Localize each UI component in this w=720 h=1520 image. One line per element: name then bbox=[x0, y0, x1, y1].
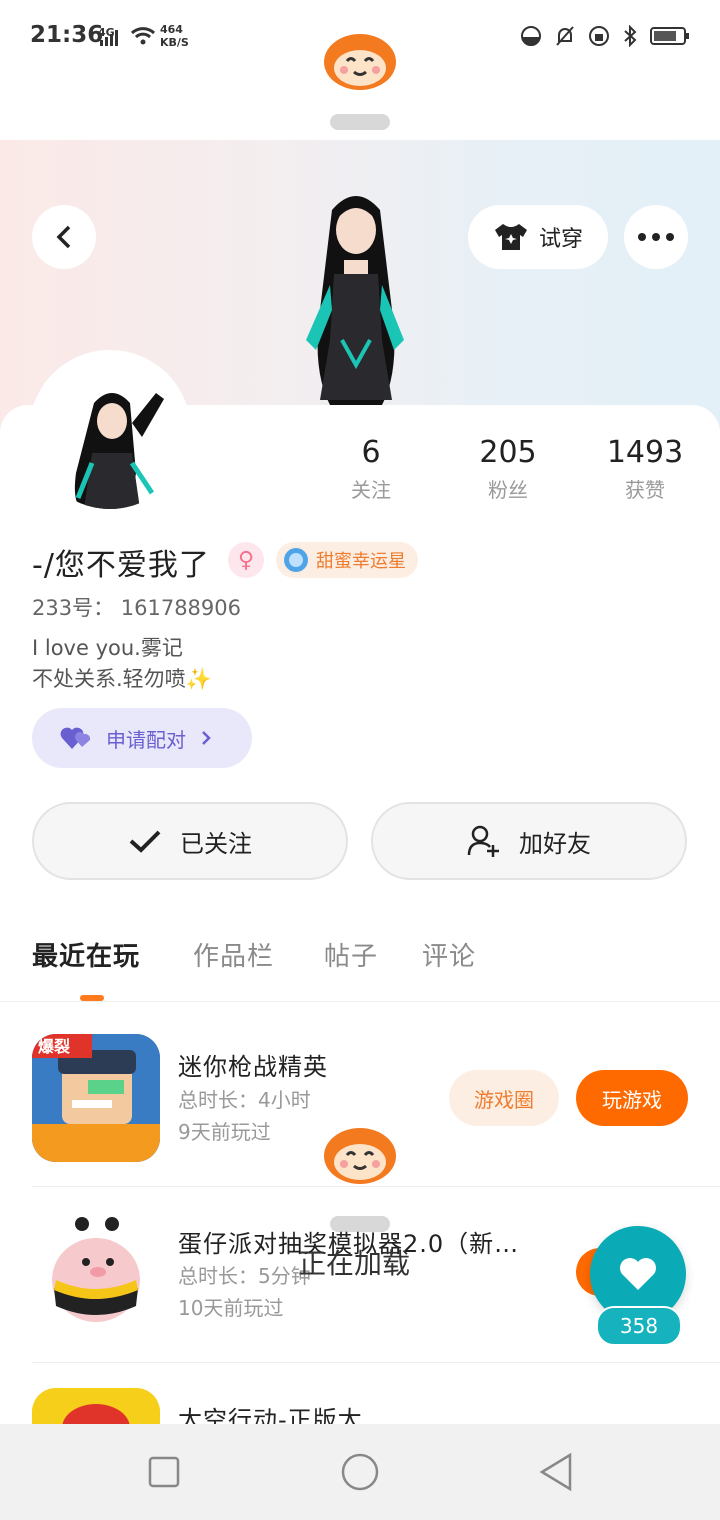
add-friend-button[interactable]: 加好友 bbox=[371, 802, 687, 880]
game-title[interactable]: 太空行动-正版太… bbox=[178, 1400, 498, 1424]
game-meta: 总时长：4小时 9天前玩过 bbox=[178, 1084, 311, 1148]
bio-line-2: 不处关系.轻勿喷✨ bbox=[32, 667, 212, 691]
bio-line-1: I love you.雾记 bbox=[32, 636, 183, 660]
back-nav-icon[interactable] bbox=[538, 1452, 574, 1492]
status-time: 21:36 bbox=[30, 22, 104, 48]
bluetooth-icon bbox=[624, 25, 637, 47]
game-meta: 总时长：5分钟 10天前玩过 bbox=[178, 1260, 311, 1324]
play-game-button[interactable]: 玩游戏 bbox=[576, 1070, 688, 1126]
stat-following-label: 关注 bbox=[351, 478, 391, 502]
stat-fans-label: 粉丝 bbox=[488, 478, 528, 502]
network-speed: 464 KB/S bbox=[160, 23, 189, 49]
game-title[interactable]: 迷你枪战精英 bbox=[178, 1047, 328, 1082]
tryon-label: 试穿 bbox=[538, 227, 583, 252]
loading-text: 正在加载 bbox=[298, 1247, 411, 1280]
mascot-loading-icon bbox=[324, 34, 396, 90]
game-art-image bbox=[32, 1388, 160, 1424]
game-last-played: 9天前玩过 bbox=[178, 1120, 271, 1144]
game-icon-mini-gun[interactable]: 爆裂 bbox=[32, 1034, 160, 1162]
game-circle-button[interactable]: 游戏圈 bbox=[449, 1070, 559, 1126]
double-heart-icon bbox=[60, 727, 91, 749]
stat-fans[interactable]: 205 粉丝 bbox=[448, 435, 568, 503]
tab-divider bbox=[0, 1001, 720, 1002]
game-duration: 总时长：4小时 bbox=[178, 1088, 311, 1112]
status-icons bbox=[520, 22, 690, 50]
stat-likes[interactable]: 1493 获赞 bbox=[585, 435, 705, 503]
stat-likes-label: 获赞 bbox=[625, 478, 665, 502]
tshirt-icon bbox=[494, 224, 527, 250]
add-person-icon bbox=[467, 825, 499, 857]
back-button[interactable] bbox=[32, 205, 96, 269]
data-saver-icon bbox=[521, 26, 541, 46]
more-button[interactable] bbox=[624, 205, 688, 269]
game-last-played: 10天前玩过 bbox=[178, 1296, 284, 1320]
avatar[interactable] bbox=[32, 353, 188, 509]
stat-following[interactable]: 6 关注 bbox=[311, 435, 431, 503]
game-art-image bbox=[32, 1210, 160, 1338]
checkmark-icon bbox=[129, 830, 161, 853]
character-figure-image bbox=[306, 196, 404, 405]
game-duration: 总时长：5分钟 bbox=[178, 1264, 311, 1288]
badge-emblem-icon bbox=[284, 548, 308, 572]
tab-works[interactable]: 作品栏 bbox=[193, 936, 274, 973]
stat-following-value: 6 bbox=[361, 435, 381, 470]
chevron-left-icon bbox=[56, 225, 71, 249]
mute-bell-icon bbox=[556, 26, 574, 46]
stat-likes-value: 1493 bbox=[606, 435, 684, 470]
tab-recently-played[interactable]: 最近在玩 bbox=[32, 936, 140, 973]
mascot-shadow bbox=[330, 114, 390, 130]
signal-icon bbox=[100, 30, 118, 46]
female-gender-icon: ♀ bbox=[228, 542, 264, 578]
wifi-icon bbox=[130, 27, 156, 45]
request-pair-label: 申请配对 bbox=[106, 727, 186, 752]
game-art-image: 爆裂 bbox=[32, 1034, 160, 1162]
avatar-image bbox=[32, 353, 188, 509]
add-friend-label: 加好友 bbox=[519, 829, 591, 858]
tab-comments[interactable]: 评论 bbox=[422, 936, 476, 973]
tryon-button[interactable]: 试穿 bbox=[468, 205, 608, 269]
user-id: 233号： 161788906 bbox=[32, 596, 242, 620]
more-dots-icon bbox=[638, 233, 674, 241]
request-pair-button[interactable]: 申请配对 bbox=[32, 708, 252, 768]
chevron-right-icon bbox=[202, 731, 211, 745]
row-divider bbox=[32, 1186, 720, 1187]
svg-text:爆裂: 爆裂 bbox=[38, 1037, 70, 1056]
game-title-clip: 太空行动-正版太… bbox=[178, 1400, 498, 1424]
tab-posts[interactable]: 帖子 bbox=[324, 936, 378, 973]
heart-icon bbox=[620, 1258, 656, 1290]
stat-fans-value: 205 bbox=[479, 435, 537, 470]
mascot-loading-icon bbox=[324, 1128, 396, 1184]
followed-label: 已关注 bbox=[180, 829, 252, 858]
battery-icon bbox=[650, 27, 689, 45]
followed-button[interactable]: 已关注 bbox=[32, 802, 348, 880]
lock-rotation-icon bbox=[589, 26, 609, 46]
nickname: -/您不爱我了 bbox=[32, 548, 210, 583]
like-count: 358 bbox=[596, 1306, 682, 1346]
row-divider bbox=[32, 1362, 720, 1363]
title-badge[interactable]: 甜蜜幸运星 bbox=[276, 542, 418, 578]
bio: I love you.雾记 不处关系.轻勿喷✨ bbox=[32, 633, 212, 695]
recent-apps-icon[interactable] bbox=[148, 1456, 180, 1488]
game-icon-eggy-party[interactable] bbox=[32, 1210, 160, 1338]
game-icon-space-action[interactable] bbox=[32, 1388, 160, 1424]
title-badge-label: 甜蜜幸运星 bbox=[316, 551, 406, 572]
home-icon[interactable] bbox=[340, 1452, 380, 1492]
